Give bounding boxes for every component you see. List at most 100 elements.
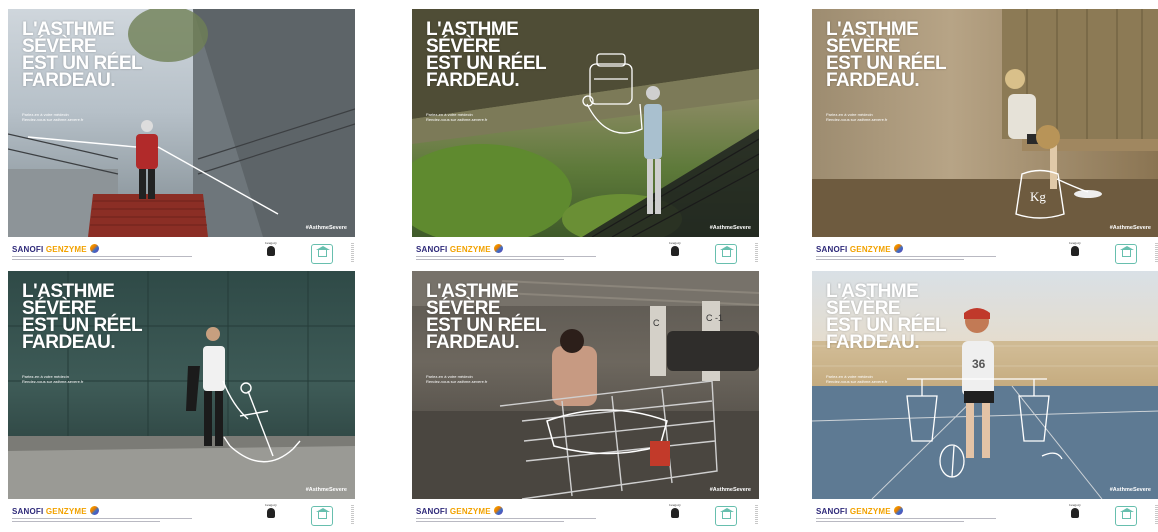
call-to-action: Parlez-en à votre médecin Rendez-vous su… <box>826 112 887 122</box>
sanofi-genzyme-logo: SANOFI GENZYME <box>12 506 99 516</box>
genzyme-globe-icon <box>893 506 903 515</box>
brand-genzyme: GENZYME <box>849 507 891 516</box>
portrait-icon <box>267 246 275 256</box>
portrait-icon <box>671 508 679 518</box>
foundation-logo: Gregory <box>668 241 682 267</box>
hashtag: #AsthmeSevere <box>305 487 347 493</box>
call-to-action: Parlez-en à votre médecin Rendez-vous su… <box>22 112 83 122</box>
legal-fine-print <box>416 256 596 263</box>
call-to-action: Parlez-en à votre médecin Rendez-vous su… <box>426 112 487 122</box>
poster-photo: 36 L'ASTHME SÉVÈRE EST UN RÉEL FARDEAU. … <box>812 271 1158 499</box>
headline: L'ASTHME SÉVÈRE EST UN RÉEL FARDEAU. <box>426 19 547 91</box>
foundation-logo: Gregory <box>668 503 682 529</box>
cta-line-2: Rendez-vous sur asthme-severe.fr <box>22 379 84 384</box>
headline: L'ASTHME SÉVÈRE EST UN RÉEL FARDEAU. <box>826 19 947 91</box>
hashtag: #AsthmeSevere <box>709 487 751 493</box>
partner-house-logo <box>1115 506 1137 526</box>
poster-photo: L'ASTHME SÉVÈRE EST UN RÉEL FARDEAU. Par… <box>412 9 759 237</box>
foundation-name-1: Gregory <box>1069 503 1081 507</box>
headline: L'ASTHME SÉVÈRE EST UN RÉEL FARDEAU. <box>826 281 947 353</box>
house-icon <box>722 249 731 257</box>
legal-fine-print <box>816 518 996 525</box>
legal-fine-print <box>12 256 192 263</box>
sanofi-genzyme-logo: SANOFI GENZYME <box>816 244 903 254</box>
sanofi-genzyme-logo: SANOFI GENZYME <box>12 244 99 254</box>
pillar-c-label: C <box>653 318 660 328</box>
sanofi-genzyme-logo: SANOFI GENZYME <box>816 506 903 516</box>
poster-footer: SANOFI GENZYME Gregory <box>812 499 1158 532</box>
call-to-action: Parlez-en à votre médecin Rendez-vous su… <box>426 374 487 384</box>
genzyme-globe-icon <box>893 244 903 253</box>
sanofi-genzyme-logo: SANOFI GENZYME <box>416 506 503 516</box>
weight-label: Kg <box>1030 189 1046 204</box>
vertical-legal-mark <box>351 243 354 263</box>
brand-sanofi: SANOFI <box>12 245 44 254</box>
vertical-legal-mark <box>755 243 758 263</box>
poster-photo: Kg L'ASTHME SÉVÈRE EST UN RÉEL FARDEAU. … <box>812 9 1158 237</box>
call-to-action: Parlez-en à votre médecin Rendez-vous su… <box>826 374 887 384</box>
poster-footer: SANOFI GENZYME Gregory <box>412 237 759 270</box>
sanofi-genzyme-logo: SANOFI GENZYME <box>416 244 503 254</box>
portrait-icon <box>1071 246 1079 256</box>
legal-fine-print <box>816 256 996 263</box>
poster-photo: C C -1 L'ASTHME SÉVÈRE EST UN RÉEL FARDE… <box>412 271 759 499</box>
hashtag: #AsthmeSevere <box>709 225 751 231</box>
foundation-name-1: Gregory <box>669 241 681 245</box>
genzyme-globe-icon <box>493 244 503 253</box>
foundation-logo: Gregory <box>264 241 278 267</box>
cta-line-2: Rendez-vous sur asthme-severe.fr <box>426 117 488 122</box>
poster-footer: SANOFI GENZYME Gregory <box>8 499 355 532</box>
foundation-logo: Gregory <box>1068 503 1082 529</box>
hashtag: #AsthmeSevere <box>305 225 347 231</box>
legal-fine-print <box>12 518 192 525</box>
portrait-icon <box>267 508 275 518</box>
genzyme-globe-icon <box>89 506 99 515</box>
house-icon <box>318 511 327 519</box>
headline: L'ASTHME SÉVÈRE EST UN RÉEL FARDEAU. <box>22 281 143 353</box>
portrait-icon <box>671 246 679 256</box>
house-icon <box>318 249 327 257</box>
call-to-action: Partez-en à votre médecin Rendez-vous su… <box>22 374 83 384</box>
vertical-legal-mark <box>755 505 758 525</box>
campaign-poster-1: L'ASTHME SÉVÈRE EST UN RÉEL FARDEAU. Par… <box>8 9 355 270</box>
brand-genzyme: GENZYME <box>849 245 891 254</box>
genzyme-globe-icon <box>493 506 503 515</box>
foundation-name-1: Gregory <box>265 503 277 507</box>
house-icon <box>722 511 731 519</box>
brand-sanofi: SANOFI <box>816 507 848 516</box>
foundation-name-1: Gregory <box>669 503 681 507</box>
campaign-poster-4: L'ASTHME SÉVÈRE EST UN RÉEL FARDEAU. Par… <box>8 271 355 532</box>
poster-photo: L'ASTHME SÉVÈRE EST UN RÉEL FARDEAU. Par… <box>8 271 355 499</box>
house-icon <box>1122 511 1131 519</box>
campaign-poster-6: 36 L'ASTHME SÉVÈRE EST UN RÉEL FARDEAU. … <box>812 271 1158 532</box>
foundation-name-1: Gregory <box>265 241 277 245</box>
cta-line-2: Rendez-vous sur asthme-severe.fr <box>826 117 888 122</box>
brand-sanofi: SANOFI <box>816 245 848 254</box>
jersey-number: 36 <box>972 357 986 371</box>
brand-genzyme: GENZYME <box>45 507 87 516</box>
poster-footer: SANOFI GENZYME Gregory <box>812 237 1158 270</box>
brand-sanofi: SANOFI <box>416 245 448 254</box>
partner-house-logo <box>715 244 737 264</box>
brand-sanofi: SANOFI <box>416 507 448 516</box>
cta-line-2: Rendez-vous sur asthme-severe.fr <box>22 117 84 122</box>
partner-house-logo <box>1115 244 1137 264</box>
legal-fine-print <box>416 518 596 525</box>
campaign-poster-2: L'ASTHME SÉVÈRE EST UN RÉEL FARDEAU. Par… <box>412 9 759 270</box>
campaign-poster-5: C C -1 L'ASTHME SÉVÈRE EST UN RÉEL FARDE… <box>412 271 759 532</box>
brand-genzyme: GENZYME <box>449 507 491 516</box>
brand-sanofi: SANOFI <box>12 507 44 516</box>
pillar-c1-label: C -1 <box>706 313 723 323</box>
campaign-poster-3: Kg L'ASTHME SÉVÈRE EST UN RÉEL FARDEAU. … <box>812 9 1158 270</box>
cta-line-2: Rendez-vous sur asthme-severe.fr <box>426 379 488 384</box>
partner-house-logo <box>311 244 333 264</box>
headline: L'ASTHME SÉVÈRE EST UN RÉEL FARDEAU. <box>22 19 143 91</box>
portrait-icon <box>1071 508 1079 518</box>
hashtag: #AsthmeSevere <box>1109 487 1151 493</box>
brand-genzyme: GENZYME <box>449 245 491 254</box>
poster-footer: SANOFI GENZYME Gregory <box>8 237 355 270</box>
foundation-name-1: Gregory <box>1069 241 1081 245</box>
vertical-legal-mark <box>351 505 354 525</box>
cta-line-2: Rendez-vous sur asthme-severe.fr <box>826 379 888 384</box>
poster-footer: SANOFI GENZYME Gregory <box>412 499 759 532</box>
